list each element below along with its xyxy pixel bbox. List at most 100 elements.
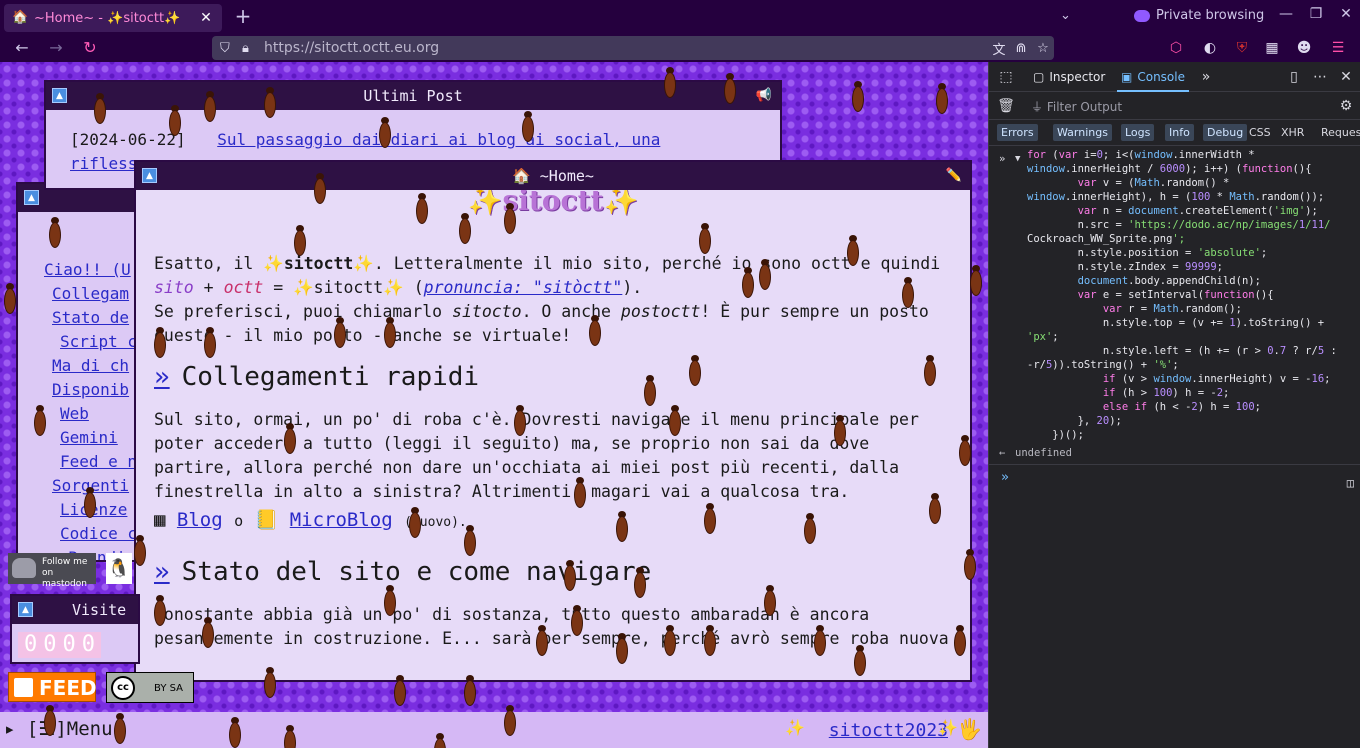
- collapse-arrow-icon[interactable]: ▼: [1015, 152, 1020, 166]
- level-warnings[interactable]: Warnings: [1053, 124, 1112, 141]
- rss-icon[interactable]: ⋒: [1010, 41, 1032, 56]
- hamsa-hand-icon[interactable]: 🖐: [957, 717, 982, 741]
- new-tab-button[interactable]: +: [232, 6, 254, 28]
- translate-icon[interactable]: 文: [988, 39, 1010, 58]
- split-editor-icon[interactable]: ◫: [1347, 476, 1354, 490]
- window-menu-icon[interactable]: ▲: [52, 88, 67, 103]
- cockroach-icon: [925, 490, 945, 530]
- bookmark-star-icon[interactable]: ☆: [1032, 41, 1054, 56]
- level-logs[interactable]: Logs: [1121, 124, 1155, 141]
- mastodon-badge[interactable]: Follow me on mastodon: [8, 553, 96, 589]
- counter-digit: 0: [43, 632, 57, 657]
- private-browsing-label: Private browsing: [1156, 8, 1265, 23]
- dock-side-icon[interactable]: ▯: [1285, 68, 1303, 86]
- cockroach-icon: [518, 108, 538, 148]
- forward-button[interactable]: →: [46, 38, 66, 58]
- console-code-line: var n = document.createElement('img');: [1077, 205, 1318, 217]
- extension-s-icon[interactable]: ◐: [1200, 38, 1220, 58]
- visit-counter: 0 0 0 0: [18, 632, 101, 658]
- console-code-line: window.innerHeight), h = (100 * Math.ran…: [1027, 191, 1325, 203]
- mastodon-elephant-icon: [12, 558, 36, 578]
- hamburger-menu-icon[interactable]: ☰: [1328, 38, 1348, 58]
- settings-gear-icon[interactable]: ⚙: [1337, 97, 1355, 115]
- ublock-icon[interactable]: ⛨: [1232, 38, 1252, 58]
- pencil-icon[interactable]: ✏️: [946, 162, 962, 190]
- type-requests[interactable]: Requests: [1317, 124, 1360, 141]
- cockroach-icon: [130, 532, 150, 572]
- cockroach-icon: [200, 88, 220, 128]
- console-filter-row: 🗑 ⏚ Filter Output ⚙: [989, 92, 1360, 120]
- cockroach-icon: [966, 262, 986, 302]
- type-css[interactable]: CSS: [1245, 124, 1275, 141]
- input-chevron-icon: »: [999, 153, 1006, 165]
- restore-button[interactable]: ❐: [1306, 6, 1326, 22]
- window-menu-icon[interactable]: ▲: [142, 168, 157, 183]
- cockroach-icon: [280, 722, 300, 748]
- extensions-icon[interactable]: ⬡: [1166, 38, 1186, 58]
- back-button[interactable]: ←: [12, 38, 32, 58]
- trash-icon[interactable]: 🗑: [997, 97, 1015, 115]
- window-menu-icon[interactable]: ▲: [18, 602, 33, 617]
- cockroach-icon: [843, 232, 863, 272]
- console-code-block: for (var i=0; i<(window.innerWidth * wind…: [989, 148, 1360, 442]
- private-mask-icon: [1134, 9, 1150, 22]
- word-sito: sito: [154, 278, 194, 297]
- cockroach-icon: [455, 210, 475, 250]
- filter-output-input[interactable]: ⏚ Filter Output: [1031, 98, 1122, 115]
- level-errors[interactable]: Errors: [997, 124, 1038, 141]
- level-debug[interactable]: Debug: [1203, 124, 1248, 141]
- cockroach-icon: [685, 352, 705, 392]
- cockroach-icon: [810, 622, 830, 662]
- tab-inspector[interactable]: ▢ Inspector: [1033, 70, 1105, 84]
- more-options-icon[interactable]: ⋯: [1311, 68, 1329, 86]
- heading-anchor-link[interactable]: »: [154, 557, 170, 587]
- tab-list-chevron-icon[interactable]: ⌄: [1060, 8, 1071, 23]
- console-code-line: Cockroach_WW_Sprite.png';: [1027, 233, 1186, 245]
- cockroach-icon: [380, 314, 400, 354]
- filter-placeholder: Filter Output: [1046, 100, 1123, 114]
- minimize-button[interactable]: —: [1276, 6, 1296, 22]
- level-info[interactable]: Info: [1165, 124, 1194, 141]
- sparkle-icon: ✨: [785, 718, 805, 737]
- copyright-link[interactable]: sitoctt2023: [829, 720, 948, 741]
- cockroach-icon: [955, 432, 975, 472]
- cockroach-icon: [460, 522, 480, 562]
- cockroach-icon: [800, 510, 820, 550]
- feed-badge[interactable]: FEED: [8, 672, 97, 702]
- element-picker-icon[interactable]: ⬚: [997, 68, 1015, 86]
- lock-icon[interactable]: 🔒︎: [242, 41, 258, 56]
- result-arrow-icon: ←: [999, 447, 1006, 459]
- url-text[interactable]: https://sitoctt.octt.eu.org: [264, 40, 988, 56]
- reload-button[interactable]: ↻: [80, 38, 100, 58]
- extension-face-icon[interactable]: ☻: [1294, 38, 1314, 58]
- close-window-button[interactable]: ✕: [1336, 6, 1356, 22]
- tab-sitoctt[interactable]: 🏠 ~Home~ - ✨sitoctt✨ ✕: [4, 4, 222, 32]
- alt-names-paragraph: Se preferisci, puoi chiamarlo sitocto. O…: [154, 300, 952, 348]
- close-tab-icon[interactable]: ✕: [198, 10, 214, 26]
- status-paragraph: Nonostante abbia già un po' di sostanza,…: [154, 605, 949, 648]
- type-xhr[interactable]: XHR: [1277, 124, 1308, 141]
- linux-penguin-icon[interactable]: 🐧: [106, 553, 132, 584]
- console-input[interactable]: »: [989, 471, 1360, 485]
- more-tabs-icon[interactable]: »: [1197, 68, 1215, 86]
- home-window-title[interactable]: 🏠 ~Home~: [136, 162, 970, 190]
- heading-anchor-link[interactable]: »: [154, 362, 170, 392]
- sparkle-icon: ✨: [938, 718, 958, 737]
- creative-commons-badge[interactable]: cc BY SA: [106, 672, 194, 703]
- pronunciation-link[interactable]: pronuncia: "sitòctt": [424, 278, 623, 297]
- shield-icon[interactable]: ⛉: [220, 41, 236, 56]
- post-link-cont[interactable]: rifless: [70, 154, 137, 173]
- window-menu-icon[interactable]: ▲: [24, 190, 39, 205]
- close-devtools-icon[interactable]: ✕: [1337, 68, 1355, 86]
- post-link[interactable]: Sul passaggio dai diari ai blog ai socia…: [217, 130, 660, 149]
- blog-link[interactable]: Blog: [177, 509, 223, 531]
- cc-icon: cc: [111, 676, 135, 700]
- qr-icon[interactable]: ▦: [1262, 38, 1282, 58]
- cockroach-icon: [310, 170, 330, 210]
- plus-sign: +: [193, 278, 224, 297]
- inspector-icon: ▢: [1033, 70, 1045, 84]
- url-bar[interactable]: ⛉ 🔒︎ https://sitoctt.octt.eu.org 文 ⋒ ☆: [212, 36, 1054, 60]
- tab-console[interactable]: ▣ Console: [1117, 70, 1189, 92]
- tab-title: ~Home~ - ✨sitoctt✨: [34, 10, 181, 26]
- microblog-link[interactable]: MicroBlog: [290, 509, 393, 531]
